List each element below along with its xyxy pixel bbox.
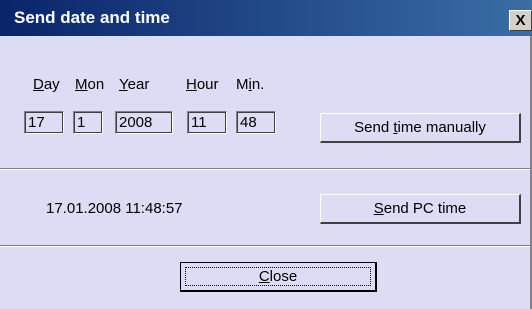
hour-label-rest: our <box>196 76 219 93</box>
title-bar[interactable]: Send date and time <box>0 0 532 36</box>
month-label-rest: on <box>87 76 105 93</box>
day-field[interactable]: 17 <box>24 111 64 134</box>
hour-label: Hour <box>186 76 219 93</box>
close-icon[interactable]: X <box>509 10 532 31</box>
year-label-rest: ear <box>127 76 150 93</box>
month-field[interactable]: 1 <box>73 111 103 134</box>
focus-rectangle <box>185 267 371 286</box>
day-label: Day <box>33 76 60 93</box>
day-label-accel: D <box>33 76 44 93</box>
send-pc-label-rest: end PC time <box>383 200 467 217</box>
send-manual-label-pre: Send <box>354 119 394 136</box>
day-label-rest: ay <box>43 76 60 93</box>
send-pc-label-accel: S <box>373 200 384 217</box>
month-label: Mon <box>75 76 104 93</box>
separator-top <box>0 168 532 170</box>
year-label-accel: Y <box>119 76 128 93</box>
pc-time-readout: 17.01.2008 11:48:57 <box>46 200 183 217</box>
send-manual-label-rest: ime manually <box>397 119 486 136</box>
year-field[interactable]: 2008 <box>115 111 173 134</box>
send-time-manually-button[interactable]: Send time manually <box>320 113 521 143</box>
minute-field[interactable]: 48 <box>236 111 276 134</box>
month-label-accel: M <box>75 76 88 93</box>
minute-label-rest: n. <box>251 76 265 93</box>
close-button[interactable]: Close <box>180 262 377 292</box>
minute-label-pre: M <box>236 76 249 93</box>
send-date-time-dialog: Send date and time X Day Mon Year Hour M… <box>0 0 532 309</box>
minute-label: Min. <box>236 76 264 93</box>
hour-field[interactable]: 11 <box>187 111 227 134</box>
send-pc-time-button[interactable]: Send PC time <box>320 194 521 224</box>
hour-label-accel: H <box>186 76 197 93</box>
year-label: Year <box>119 76 149 93</box>
window-title: Send date and time <box>14 8 170 27</box>
separator-bottom <box>0 245 532 247</box>
